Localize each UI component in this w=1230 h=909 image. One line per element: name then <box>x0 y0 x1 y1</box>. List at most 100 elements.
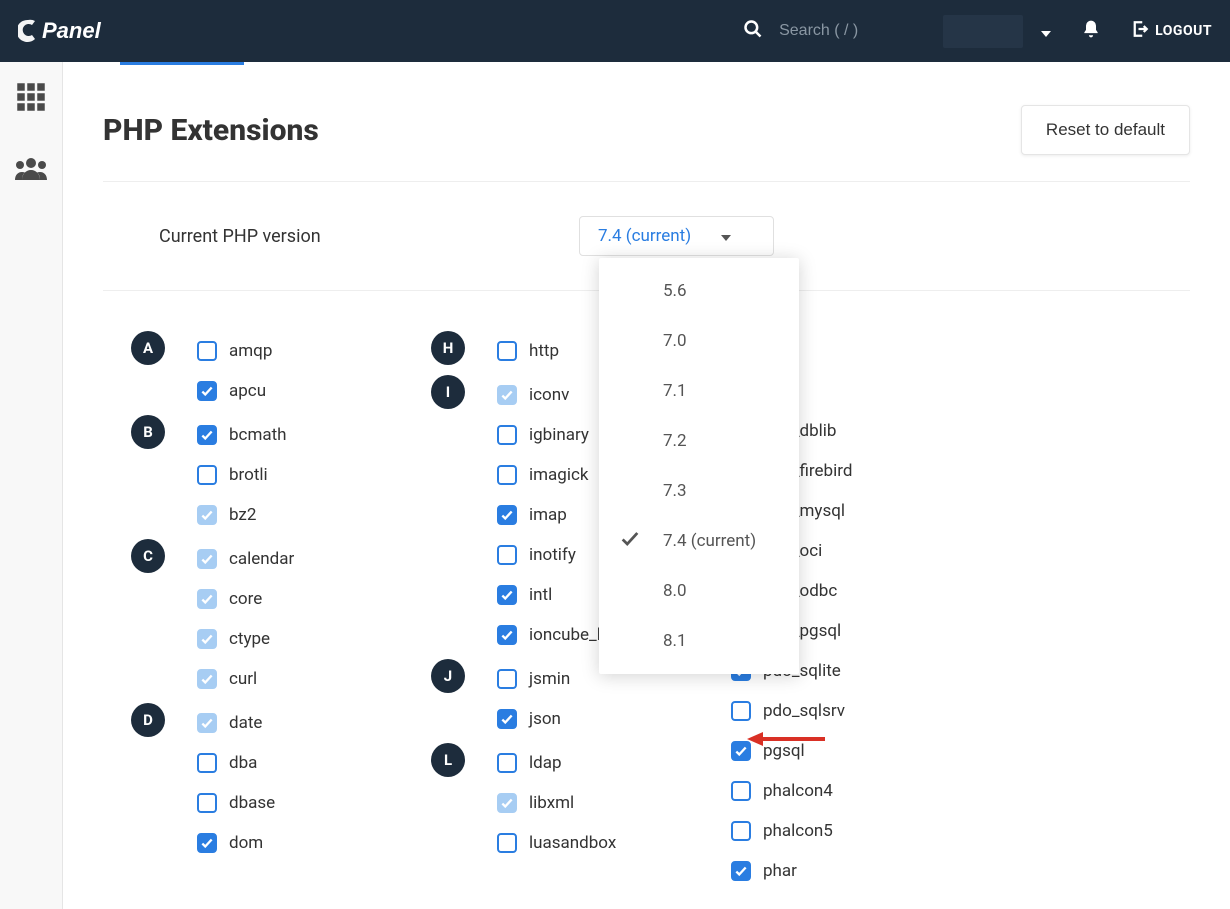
check-icon <box>619 528 641 555</box>
extension-item[interactable]: brotli <box>197 455 287 495</box>
logout-label: LOGOUT <box>1155 23 1212 39</box>
checkbox[interactable] <box>497 625 517 645</box>
extension-item[interactable]: libxml <box>497 783 616 823</box>
extension-item[interactable]: curl <box>197 659 294 699</box>
topbar: Panel LOGOUT <box>0 0 1230 62</box>
extension-item[interactable]: ldap <box>497 743 616 783</box>
php-version-option[interactable]: 7.2 <box>599 416 799 466</box>
checkbox[interactable] <box>731 701 751 721</box>
reset-to-default-button[interactable]: Reset to default <box>1021 105 1190 155</box>
extension-item[interactable]: dom <box>197 823 275 863</box>
extension-item[interactable]: core <box>197 579 294 619</box>
checkbox <box>197 629 217 649</box>
cpanel-logo[interactable]: Panel <box>18 16 148 46</box>
extension-label: core <box>229 589 262 609</box>
checkbox[interactable] <box>197 341 217 361</box>
extension-item[interactable]: date <box>197 703 275 743</box>
checkbox[interactable] <box>497 585 517 605</box>
checkbox[interactable] <box>197 833 217 853</box>
extension-item[interactable]: bz2 <box>197 495 287 535</box>
extension-label: brotli <box>229 465 268 485</box>
extension-label: amqp <box>229 341 272 361</box>
svg-text:Panel: Panel <box>42 18 102 43</box>
extension-label: intl <box>529 585 552 605</box>
bell-icon[interactable] <box>1081 18 1101 44</box>
extension-item[interactable]: dba <box>197 743 275 783</box>
extension-item[interactable]: phalcon4 <box>731 771 852 811</box>
extension-item[interactable]: bcmath <box>197 415 287 455</box>
checkbox[interactable] <box>497 425 517 445</box>
extension-label: luasandbox <box>529 833 616 853</box>
php-version-dropdown: 5.67.07.17.27.37.4 (current)8.08.1 <box>599 258 799 674</box>
extension-item[interactable]: calendar <box>197 539 294 579</box>
extension-label: igbinary <box>529 425 589 445</box>
checkbox[interactable] <box>497 709 517 729</box>
php-version-option[interactable]: 5.6 <box>599 266 799 316</box>
php-version-option[interactable]: 7.4 (current) <box>599 516 799 566</box>
extension-label: ldap <box>529 753 562 773</box>
checkbox[interactable] <box>497 833 517 853</box>
checkbox[interactable] <box>197 793 217 813</box>
extension-item[interactable]: pdo_sqlsrv <box>731 691 852 731</box>
extension-label: phalcon5 <box>763 821 833 841</box>
checkbox[interactable] <box>197 425 217 445</box>
letter-badge: I <box>431 375 465 409</box>
tools-grid-icon[interactable] <box>8 74 54 120</box>
checkbox[interactable] <box>497 753 517 773</box>
extension-item[interactable]: phalcon5 <box>731 811 852 851</box>
user-account-select[interactable] <box>943 15 1023 48</box>
checkbox[interactable] <box>197 381 217 401</box>
checkbox[interactable] <box>497 505 517 525</box>
php-version-option[interactable]: 7.0 <box>599 316 799 366</box>
extension-label: ctype <box>229 629 270 649</box>
checkbox <box>497 793 517 813</box>
annotation-arrow-icon <box>747 729 827 749</box>
checkbox[interactable] <box>197 753 217 773</box>
checkbox[interactable] <box>497 341 517 361</box>
php-version-select[interactable]: 7.4 (current) <box>579 216 774 256</box>
checkbox[interactable] <box>731 781 751 801</box>
checkbox[interactable] <box>197 465 217 485</box>
extension-label: json <box>529 709 561 729</box>
extension-label: apcu <box>229 381 266 401</box>
extension-label: iconv <box>529 385 569 405</box>
extension-label: dba <box>229 753 257 773</box>
chevron-down-icon <box>721 226 731 246</box>
main-content: PHP Extensions Reset to default Current … <box>63 62 1230 909</box>
extension-label: bz2 <box>229 505 256 525</box>
checkbox[interactable] <box>731 861 751 881</box>
current-php-version-label: Current PHP version <box>159 226 579 247</box>
php-version-option[interactable]: 7.3 <box>599 466 799 516</box>
checkbox[interactable] <box>497 669 517 689</box>
extension-item[interactable]: phar <box>731 851 852 891</box>
php-version-option[interactable]: 7.1 <box>599 366 799 416</box>
extension-item[interactable]: apcu <box>197 371 272 411</box>
extension-label: phalcon4 <box>763 781 833 801</box>
users-icon[interactable] <box>8 146 54 192</box>
extension-label: bcmath <box>229 425 287 445</box>
sidebar <box>0 62 63 909</box>
checkbox[interactable] <box>497 465 517 485</box>
checkbox <box>197 505 217 525</box>
checkbox <box>197 549 217 569</box>
php-version-option[interactable]: 8.0 <box>599 566 799 616</box>
logout-icon <box>1131 20 1149 42</box>
letter-badge: H <box>431 331 465 365</box>
extension-item[interactable]: http <box>497 331 559 371</box>
search-input[interactable] <box>779 22 919 40</box>
header-search[interactable] <box>743 19 919 43</box>
letter-badge: L <box>431 743 465 777</box>
checkbox[interactable] <box>497 545 517 565</box>
extension-item[interactable]: jsmin <box>497 659 570 699</box>
extension-item[interactable]: amqp <box>197 331 272 371</box>
extension-item[interactable]: ctype <box>197 619 294 659</box>
extension-label: libxml <box>529 793 574 813</box>
chevron-down-icon <box>1041 22 1051 41</box>
extension-item[interactable]: dbase <box>197 783 275 823</box>
checkbox[interactable] <box>731 821 751 841</box>
extension-label: dbase <box>229 793 275 813</box>
logout-button[interactable]: LOGOUT <box>1131 20 1212 42</box>
php-version-option[interactable]: 8.1 <box>599 616 799 666</box>
extension-item[interactable]: json <box>497 699 570 739</box>
extension-item[interactable]: luasandbox <box>497 823 616 863</box>
